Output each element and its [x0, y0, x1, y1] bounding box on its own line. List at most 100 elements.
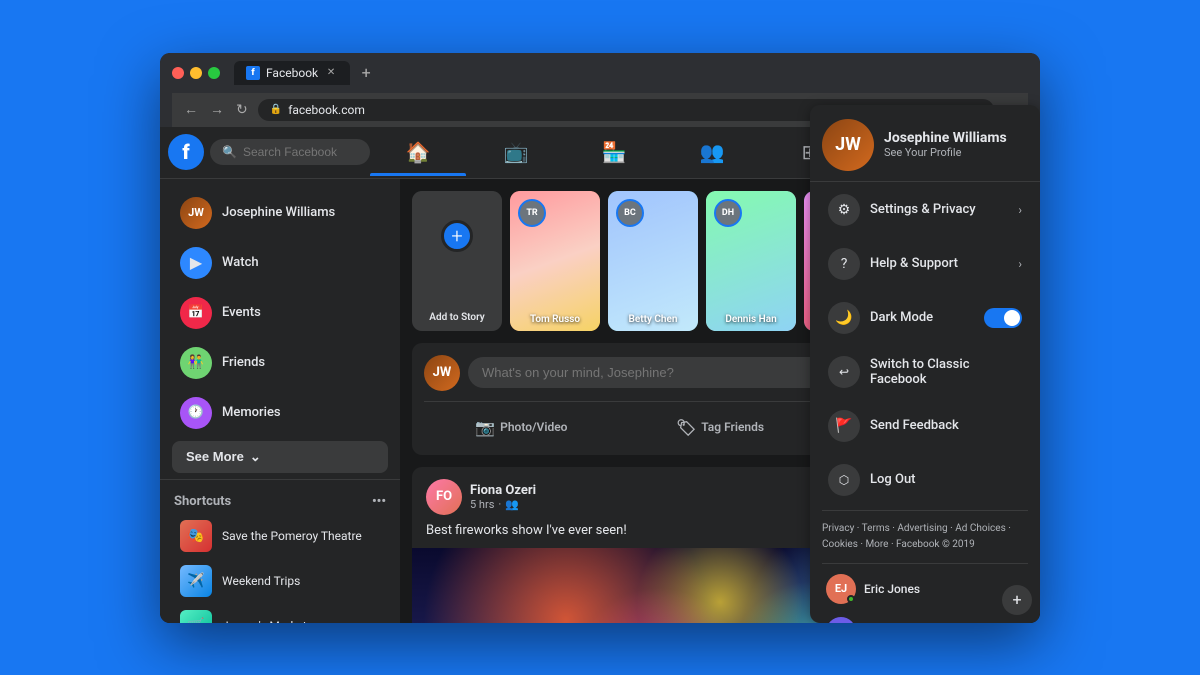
contact-cynthia-avatar: CL: [826, 617, 856, 623]
contact-cynthia[interactable]: CL Cynthia Lopez: [814, 611, 1036, 623]
dark-mode-label: Dark Mode: [870, 310, 974, 325]
story-tom-avatar: TR: [518, 199, 546, 227]
sidebar-item-memories[interactable]: 🕐 Memories: [166, 389, 394, 437]
tab-groups[interactable]: 👥: [664, 128, 760, 176]
panel-user-header[interactable]: JW Josephine Williams See Your Profile: [810, 179, 1040, 182]
add-story-card[interactable]: + Add to Story: [412, 191, 502, 331]
contacts-divider: [822, 563, 1028, 564]
back-button[interactable]: ←: [182, 99, 200, 120]
story-tom[interactable]: TR Tom Russo: [510, 191, 600, 331]
tag-label: Tag Friends: [701, 420, 764, 434]
classic-icon: ↩: [828, 356, 860, 388]
memories-icon: 🕐: [180, 397, 212, 429]
sidebar-profile-avatar: JW: [180, 197, 212, 229]
shortcut-weekend-label: Weekend Trips: [222, 574, 300, 588]
sidebar-item-watch[interactable]: ▶ Watch: [166, 239, 394, 287]
sidebar-divider: [160, 479, 400, 480]
feedback-item[interactable]: 🚩 Send Feedback: [816, 400, 1034, 452]
sidebar-item-events[interactable]: 📅 Events: [166, 289, 394, 337]
nav-tabs: 🏠 📺 🏪 👥 ⊞: [370, 128, 858, 176]
story-tom-name: Tom Russo: [514, 314, 596, 325]
search-bar[interactable]: 🔍: [210, 139, 370, 165]
photo-icon: 📷: [475, 418, 495, 437]
sidebar-watch-label: Watch: [222, 255, 259, 270]
help-support-label: Help & Support: [870, 256, 1008, 271]
shortcut-thumb-weekend: ✈️: [180, 565, 212, 597]
dot-separator: ·: [498, 498, 501, 511]
post-time: 5 hrs: [470, 498, 494, 511]
sidebar-events-label: Events: [222, 305, 261, 320]
tag-icon: 🏷: [676, 418, 696, 437]
shortcut-jasper[interactable]: 🛒 Jasper's Market: [166, 604, 394, 623]
new-tab-button[interactable]: +: [354, 61, 378, 85]
panel-divider: [822, 510, 1028, 511]
events-icon: 📅: [180, 297, 212, 329]
refresh-button[interactable]: ↻: [234, 100, 250, 120]
logout-item[interactable]: ⬡ Log Out: [816, 454, 1034, 506]
shortcuts-title: Shortcuts: [174, 494, 231, 509]
settings-arrow-icon: ›: [1018, 203, 1022, 217]
close-dot[interactable]: [172, 67, 184, 79]
story-betty[interactable]: BC Betty Chen: [608, 191, 698, 331]
classic-label: Switch to Classic Facebook: [870, 357, 1022, 387]
contact-eric-avatar: EJ: [826, 574, 856, 604]
footer-text: Privacy · Terms · Advertising · Ad Choic…: [822, 523, 1011, 550]
classic-facebook-item[interactable]: ↩ Switch to Classic Facebook: [816, 346, 1034, 398]
contacts-add-button[interactable]: +: [1002, 585, 1032, 615]
see-more-label: See More: [186, 449, 244, 464]
search-input[interactable]: [243, 145, 363, 159]
minimize-dot[interactable]: [190, 67, 202, 79]
friends-icon: 👫: [180, 347, 212, 379]
sidebar-item-friends[interactable]: 👫 Friends: [166, 339, 394, 387]
photo-video-button[interactable]: 📷 Photo/Video: [424, 412, 619, 443]
shortcut-jasper-label: Jasper's Market: [222, 619, 307, 623]
tab-marketplace[interactable]: 🏪: [566, 128, 662, 176]
sidebar-friends-label: Friends: [222, 355, 265, 370]
forward-button[interactable]: →: [208, 99, 226, 120]
feedback-icon: 🚩: [828, 410, 860, 442]
shortcut-pomeroy[interactable]: 🎭 Save the Pomeroy Theatre: [166, 514, 394, 558]
help-support-item[interactable]: ? Help & Support ›: [816, 238, 1034, 290]
create-post-avatar: JW: [424, 355, 460, 391]
dark-mode-toggle[interactable]: [984, 308, 1022, 328]
toggle-knob: [1004, 310, 1020, 326]
sidebar-memories-label: Memories: [222, 405, 281, 420]
chevron-down-icon: ⌄: [250, 449, 261, 465]
dark-mode-icon: 🌙: [828, 302, 860, 334]
story-dennis-avatar: DH: [714, 199, 742, 227]
logout-label: Log Out: [870, 472, 1022, 487]
shortcut-thumb-pomeroy: 🎭: [180, 520, 212, 552]
online-indicator: [847, 595, 855, 603]
left-sidebar: JW Josephine Williams ▶ Watch 📅 Events 👫…: [160, 179, 400, 623]
dark-mode-item[interactable]: 🌙 Dark Mode: [816, 292, 1034, 344]
settings-privacy-item[interactable]: ⚙ Settings & Privacy ›: [816, 184, 1034, 236]
sidebar-item-profile[interactable]: JW Josephine Williams: [166, 189, 394, 237]
account-dropdown-panel: JW Josephine Williams See Your Profile ⚙…: [810, 179, 1040, 623]
contact-eric-name: Eric Jones: [864, 582, 920, 596]
story-dennis[interactable]: DH Dennis Han: [706, 191, 796, 331]
help-icon: ?: [828, 248, 860, 280]
shortcut-thumb-jasper: 🛒: [180, 610, 212, 623]
watch-icon: ▶: [180, 247, 212, 279]
tab-favicon: f: [246, 66, 260, 80]
see-more-button[interactable]: See More ⌄: [172, 441, 388, 473]
maximize-dot[interactable]: [208, 67, 220, 79]
logout-icon: ⬡: [828, 464, 860, 496]
feedback-label: Send Feedback: [870, 418, 1022, 433]
shortcuts-more-icon[interactable]: •••: [372, 494, 386, 509]
tab-home[interactable]: 🏠: [370, 128, 466, 176]
tab-close-icon[interactable]: ✕: [324, 66, 338, 80]
post-author-avatar: FO: [426, 479, 462, 515]
help-arrow-icon: ›: [1018, 257, 1022, 271]
shortcuts-header: Shortcuts •••: [160, 486, 400, 513]
photo-label: Photo/Video: [500, 420, 567, 434]
shortcut-pomeroy-label: Save the Pomeroy Theatre: [222, 529, 362, 543]
tab-watch[interactable]: 📺: [468, 128, 564, 176]
settings-privacy-label: Settings & Privacy: [870, 202, 1008, 217]
shortcut-weekend[interactable]: ✈️ Weekend Trips: [166, 559, 394, 603]
content-area: JW Josephine Williams ▶ Watch 📅 Events 👫…: [160, 179, 1040, 623]
browser-tab[interactable]: f Facebook ✕: [234, 61, 350, 85]
sidebar-profile-label: Josephine Williams: [222, 205, 335, 220]
tag-friends-button[interactable]: 🏷 Tag Friends: [623, 412, 818, 443]
story-dennis-name: Dennis Han: [710, 314, 792, 325]
